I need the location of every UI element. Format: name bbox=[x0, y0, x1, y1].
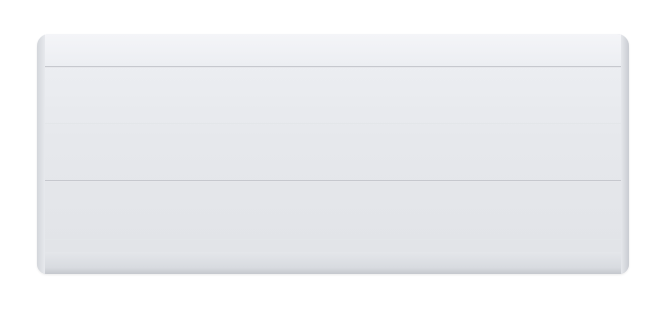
panel-edge-left bbox=[37, 34, 45, 274]
panel-seam-lower bbox=[37, 239, 629, 240]
panel-seam-middle bbox=[37, 180, 629, 182]
panel-seam-top bbox=[37, 66, 629, 68]
radiator-panel bbox=[37, 34, 629, 274]
panel-top-cap bbox=[37, 34, 629, 66]
panel-edge-right bbox=[621, 34, 629, 274]
panel-bottom-cap bbox=[37, 252, 629, 274]
panel-seam-middle-upper bbox=[37, 123, 629, 124]
image-canvas bbox=[0, 0, 664, 326]
